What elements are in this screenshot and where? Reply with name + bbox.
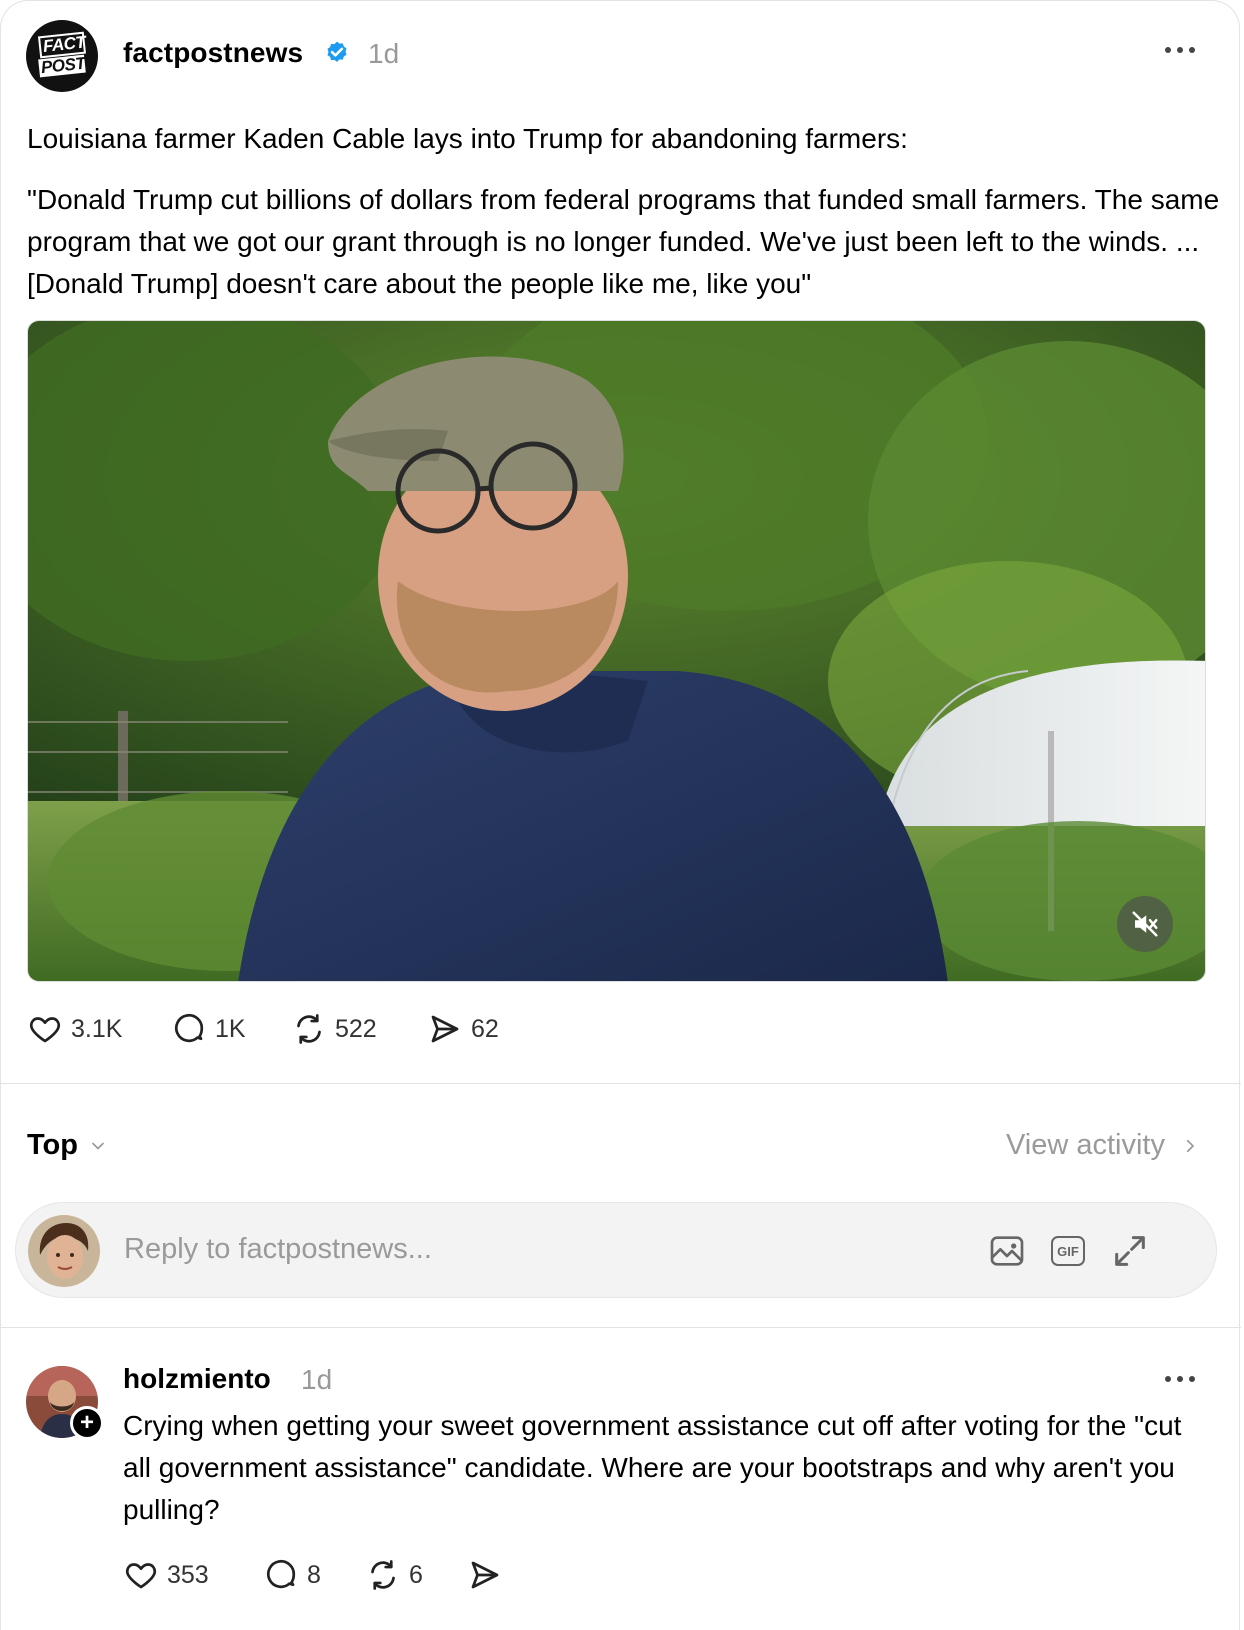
repost-button[interactable]: 522 [291,1011,377,1047]
view-activity-label: View activity [1005,1129,1165,1161]
send-icon [431,1015,459,1043]
comment-repost-count: 6 [409,1560,423,1589]
view-activity-link[interactable]: View activity [1006,1129,1199,1162]
comment-count: 1K [215,1014,246,1043]
video-frame [28,321,1205,981]
speaker-muted-icon [1132,911,1158,937]
gif-label: GIF [1051,1236,1085,1266]
comment-repost-button[interactable]: 6 [365,1557,423,1593]
sort-label: Top [27,1129,78,1161]
comment-icon [266,1559,296,1589]
share-button[interactable]: 62 [427,1011,499,1047]
chevron-right-icon [1186,1139,1195,1152]
comment-button[interactable]: 1K [171,1011,246,1047]
comment-reply-button[interactable]: 8 [263,1557,321,1593]
comment-more-icon[interactable] [1165,1376,1195,1382]
reply-composer[interactable]: GIF [15,1202,1217,1298]
post-quote: "Donald Trump cut billions of dollars fr… [27,184,1220,299]
like-button[interactable]: 3.1K [27,1011,122,1047]
repost-count: 522 [335,1014,377,1043]
repost-icon [371,1560,395,1590]
post-timestamp: 1d [368,38,400,69]
comment-icon [174,1013,204,1043]
logo-text-post: POST [38,53,87,78]
heart-icon [29,1017,61,1043]
mute-toggle-button[interactable] [1117,896,1173,952]
divider [1,1327,1241,1328]
chevron-down-icon [92,1142,104,1150]
post-headline: Louisiana farmer Kaden Cable lays into T… [27,123,908,154]
comment-like-button[interactable]: 353 [123,1557,209,1593]
gif-icon[interactable]: GIF [1048,1231,1088,1271]
comment-share-button[interactable] [467,1557,503,1593]
repost-icon [297,1014,321,1044]
post-author-name[interactable]: factpostnews [123,37,303,69]
reply-input[interactable] [124,1233,824,1266]
image-icon[interactable] [987,1231,1027,1271]
expand-icon[interactable] [1110,1231,1150,1271]
like-count: 3.1K [71,1014,123,1043]
factpost-logo: FACT POST [37,31,87,78]
sort-dropdown[interactable]: Top [27,1129,108,1162]
comment-like-count: 353 [167,1560,209,1589]
author-avatar[interactable]: FACT POST [26,20,98,92]
share-count: 62 [471,1014,499,1043]
comment-reply-count: 8 [307,1560,321,1589]
thread-card: FACT POST factpostnews 1d Louisiana farm… [0,0,1241,1630]
post-more-icon[interactable] [1165,47,1195,53]
heart-icon [125,1563,157,1589]
current-user-avatar [28,1215,100,1287]
comment-author-name[interactable]: holzmiento [123,1363,271,1395]
comment-text: Crying when getting your sweet governmen… [123,1410,1182,1525]
send-icon [471,1561,499,1589]
post-video[interactable] [27,320,1206,982]
follow-plus-button[interactable]: + [70,1406,104,1440]
comment-timestamp: 1d [301,1364,333,1395]
verified-badge-icon [327,41,347,62]
divider [1,1083,1241,1084]
